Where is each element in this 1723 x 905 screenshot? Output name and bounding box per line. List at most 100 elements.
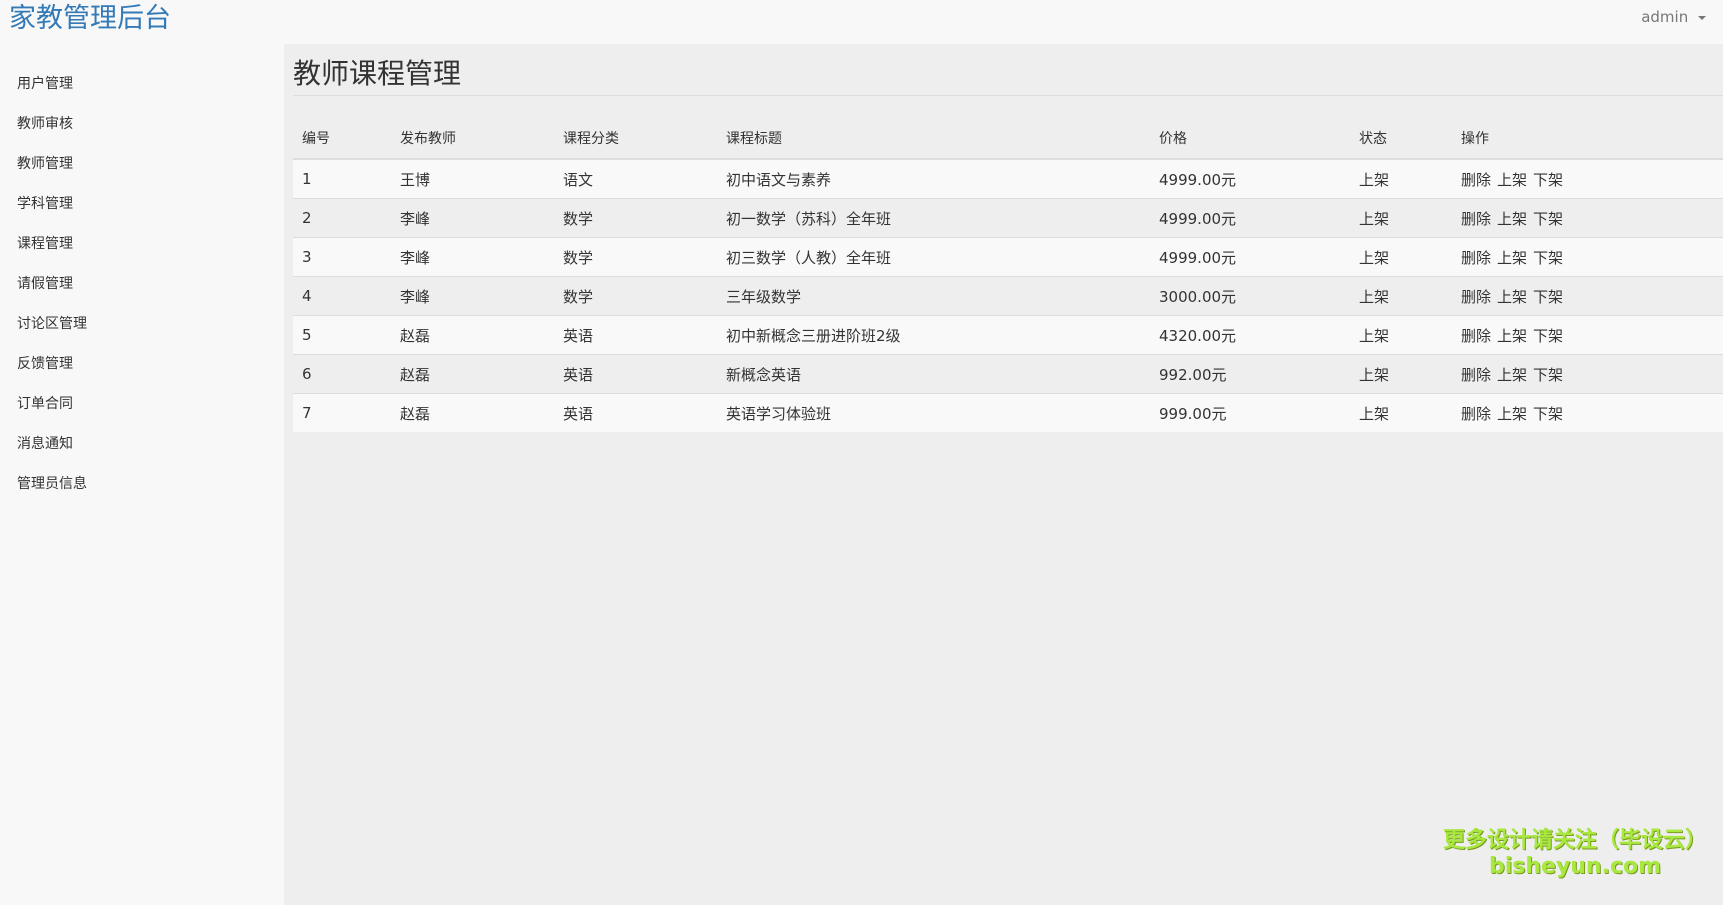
col-teacher-header: 发布教师 (391, 118, 554, 160)
user-dropdown[interactable]: admin (1641, 8, 1706, 26)
cell-category: 数学 (554, 237, 717, 277)
cell-teacher: 李峰 (391, 276, 554, 316)
sidebar-item-forum[interactable]: 讨论区管理 (17, 304, 87, 344)
cell-title: 初中新概念三册进阶班2级 (717, 315, 1150, 355)
cell-title: 初三数学（人教）全年班 (717, 237, 1150, 277)
watermark: 更多设计请关注（毕设云） bisheyun.com (1440, 828, 1710, 880)
course-table: 编号 发布教师 课程分类 课程标题 价格 状态 操作 1 王博 语文 初中语文与… (293, 118, 1723, 432)
col-category-header: 课程分类 (554, 118, 717, 160)
cell-price: 999.00元 (1150, 393, 1350, 432)
cell-title: 初中语文与素养 (717, 158, 1150, 199)
list-link[interactable]: 上架 (1497, 171, 1527, 189)
watermark-line2: bisheyun.com (1488, 854, 1662, 879)
delete-link[interactable]: 删除 (1461, 249, 1491, 267)
unlist-link[interactable]: 下架 (1533, 366, 1563, 384)
delete-link[interactable]: 删除 (1461, 210, 1491, 228)
unlist-link[interactable]: 下架 (1533, 327, 1563, 345)
main-content: 教师课程管理 编号 发布教师 课程分类 课程标题 价格 状态 操作 1 王博 语… (284, 44, 1723, 905)
cell-teacher: 赵磊 (391, 354, 554, 394)
cell-status: 上架 (1350, 158, 1452, 199)
cell-price: 4999.00元 (1150, 237, 1350, 277)
cell-teacher: 李峰 (391, 237, 554, 277)
cell-id: 7 (293, 393, 391, 432)
sidebar-item-teacher-review[interactable]: 教师审核 (17, 104, 87, 144)
sidebar-item-feedback[interactable]: 反馈管理 (17, 344, 87, 384)
cell-category: 英语 (554, 393, 717, 432)
list-link[interactable]: 上架 (1497, 327, 1527, 345)
watermark-line1: 更多设计请关注（毕设云） (1442, 828, 1707, 853)
col-id-header: 编号 (293, 118, 391, 160)
sidebar-item-admin-info[interactable]: 管理员信息 (17, 464, 87, 504)
cell-price: 3000.00元 (1150, 276, 1350, 316)
cell-actions: 删除 上架 下架 (1452, 354, 1723, 394)
cell-title: 初一数学（苏科）全年班 (717, 198, 1150, 238)
cell-status: 上架 (1350, 315, 1452, 355)
col-actions-header: 操作 (1452, 118, 1723, 160)
cell-status: 上架 (1350, 276, 1452, 316)
cell-category: 语文 (554, 158, 717, 199)
title-divider (293, 95, 1723, 96)
sidebar-menu: 用户管理 教师审核 教师管理 学科管理 课程管理 请假管理 讨论区管理 反馈管理… (17, 64, 87, 504)
cell-actions: 删除 上架 下架 (1452, 237, 1723, 277)
cell-category: 英语 (554, 315, 717, 355)
username-label: admin (1641, 8, 1689, 26)
sidebar-item-orders[interactable]: 订单合同 (17, 384, 87, 424)
cell-title: 英语学习体验班 (717, 393, 1150, 432)
cell-status: 上架 (1350, 393, 1452, 432)
unlist-link[interactable]: 下架 (1533, 249, 1563, 267)
unlist-link[interactable]: 下架 (1533, 210, 1563, 228)
unlist-link[interactable]: 下架 (1533, 405, 1563, 423)
app-title[interactable]: 家教管理后台 (9, 0, 171, 38)
cell-category: 数学 (554, 198, 717, 238)
sidebar-item-users[interactable]: 用户管理 (17, 64, 87, 104)
page-title: 教师课程管理 (293, 57, 462, 90)
delete-link[interactable]: 删除 (1461, 366, 1491, 384)
cell-price: 992.00元 (1150, 354, 1350, 394)
table-row: 1 王博 语文 初中语文与素养 4999.00元 上架 删除 上架 下架 (293, 158, 1723, 199)
cell-teacher: 赵磊 (391, 315, 554, 355)
sidebar: 用户管理 教师审核 教师管理 学科管理 课程管理 请假管理 讨论区管理 反馈管理… (0, 44, 284, 905)
cell-actions: 删除 上架 下架 (1452, 276, 1723, 316)
sidebar-item-teachers[interactable]: 教师管理 (17, 144, 87, 184)
cell-id: 5 (293, 315, 391, 355)
cell-status: 上架 (1350, 354, 1452, 394)
delete-link[interactable]: 删除 (1461, 288, 1491, 306)
sidebar-item-leave[interactable]: 请假管理 (17, 264, 87, 304)
list-link[interactable]: 上架 (1497, 366, 1527, 384)
delete-link[interactable]: 删除 (1461, 171, 1491, 189)
sidebar-item-notifications[interactable]: 消息通知 (17, 424, 87, 464)
unlist-link[interactable]: 下架 (1533, 171, 1563, 189)
list-link[interactable]: 上架 (1497, 288, 1527, 306)
cell-teacher: 王博 (391, 158, 554, 199)
cell-status: 上架 (1350, 198, 1452, 238)
cell-price: 4320.00元 (1150, 315, 1350, 355)
list-link[interactable]: 上架 (1497, 249, 1527, 267)
cell-title: 三年级数学 (717, 276, 1150, 316)
cell-id: 1 (293, 158, 391, 199)
col-price-header: 价格 (1150, 118, 1350, 160)
list-link[interactable]: 上架 (1497, 210, 1527, 228)
cell-title: 新概念英语 (717, 354, 1150, 394)
top-navbar: 家教管理后台 admin (0, 0, 1723, 44)
cell-teacher: 赵磊 (391, 393, 554, 432)
unlist-link[interactable]: 下架 (1533, 288, 1563, 306)
cell-id: 3 (293, 237, 391, 277)
cell-category: 英语 (554, 354, 717, 394)
delete-link[interactable]: 删除 (1461, 405, 1491, 423)
cell-status: 上架 (1350, 237, 1452, 277)
table-row: 7 赵磊 英语 英语学习体验班 999.00元 上架 删除 上架 下架 (293, 393, 1723, 432)
col-status-header: 状态 (1350, 118, 1452, 160)
cell-category: 数学 (554, 276, 717, 316)
cell-price: 4999.00元 (1150, 158, 1350, 199)
cell-id: 2 (293, 198, 391, 238)
table-row: 4 李峰 数学 三年级数学 3000.00元 上架 删除 上架 下架 (293, 276, 1723, 316)
cell-id: 4 (293, 276, 391, 316)
sidebar-item-subjects[interactable]: 学科管理 (17, 184, 87, 224)
table-row: 5 赵磊 英语 初中新概念三册进阶班2级 4320.00元 上架 删除 上架 下架 (293, 315, 1723, 355)
cell-id: 6 (293, 354, 391, 394)
col-title-header: 课程标题 (717, 118, 1150, 160)
cell-actions: 删除 上架 下架 (1452, 315, 1723, 355)
list-link[interactable]: 上架 (1497, 405, 1527, 423)
delete-link[interactable]: 删除 (1461, 327, 1491, 345)
sidebar-item-courses[interactable]: 课程管理 (17, 224, 87, 264)
